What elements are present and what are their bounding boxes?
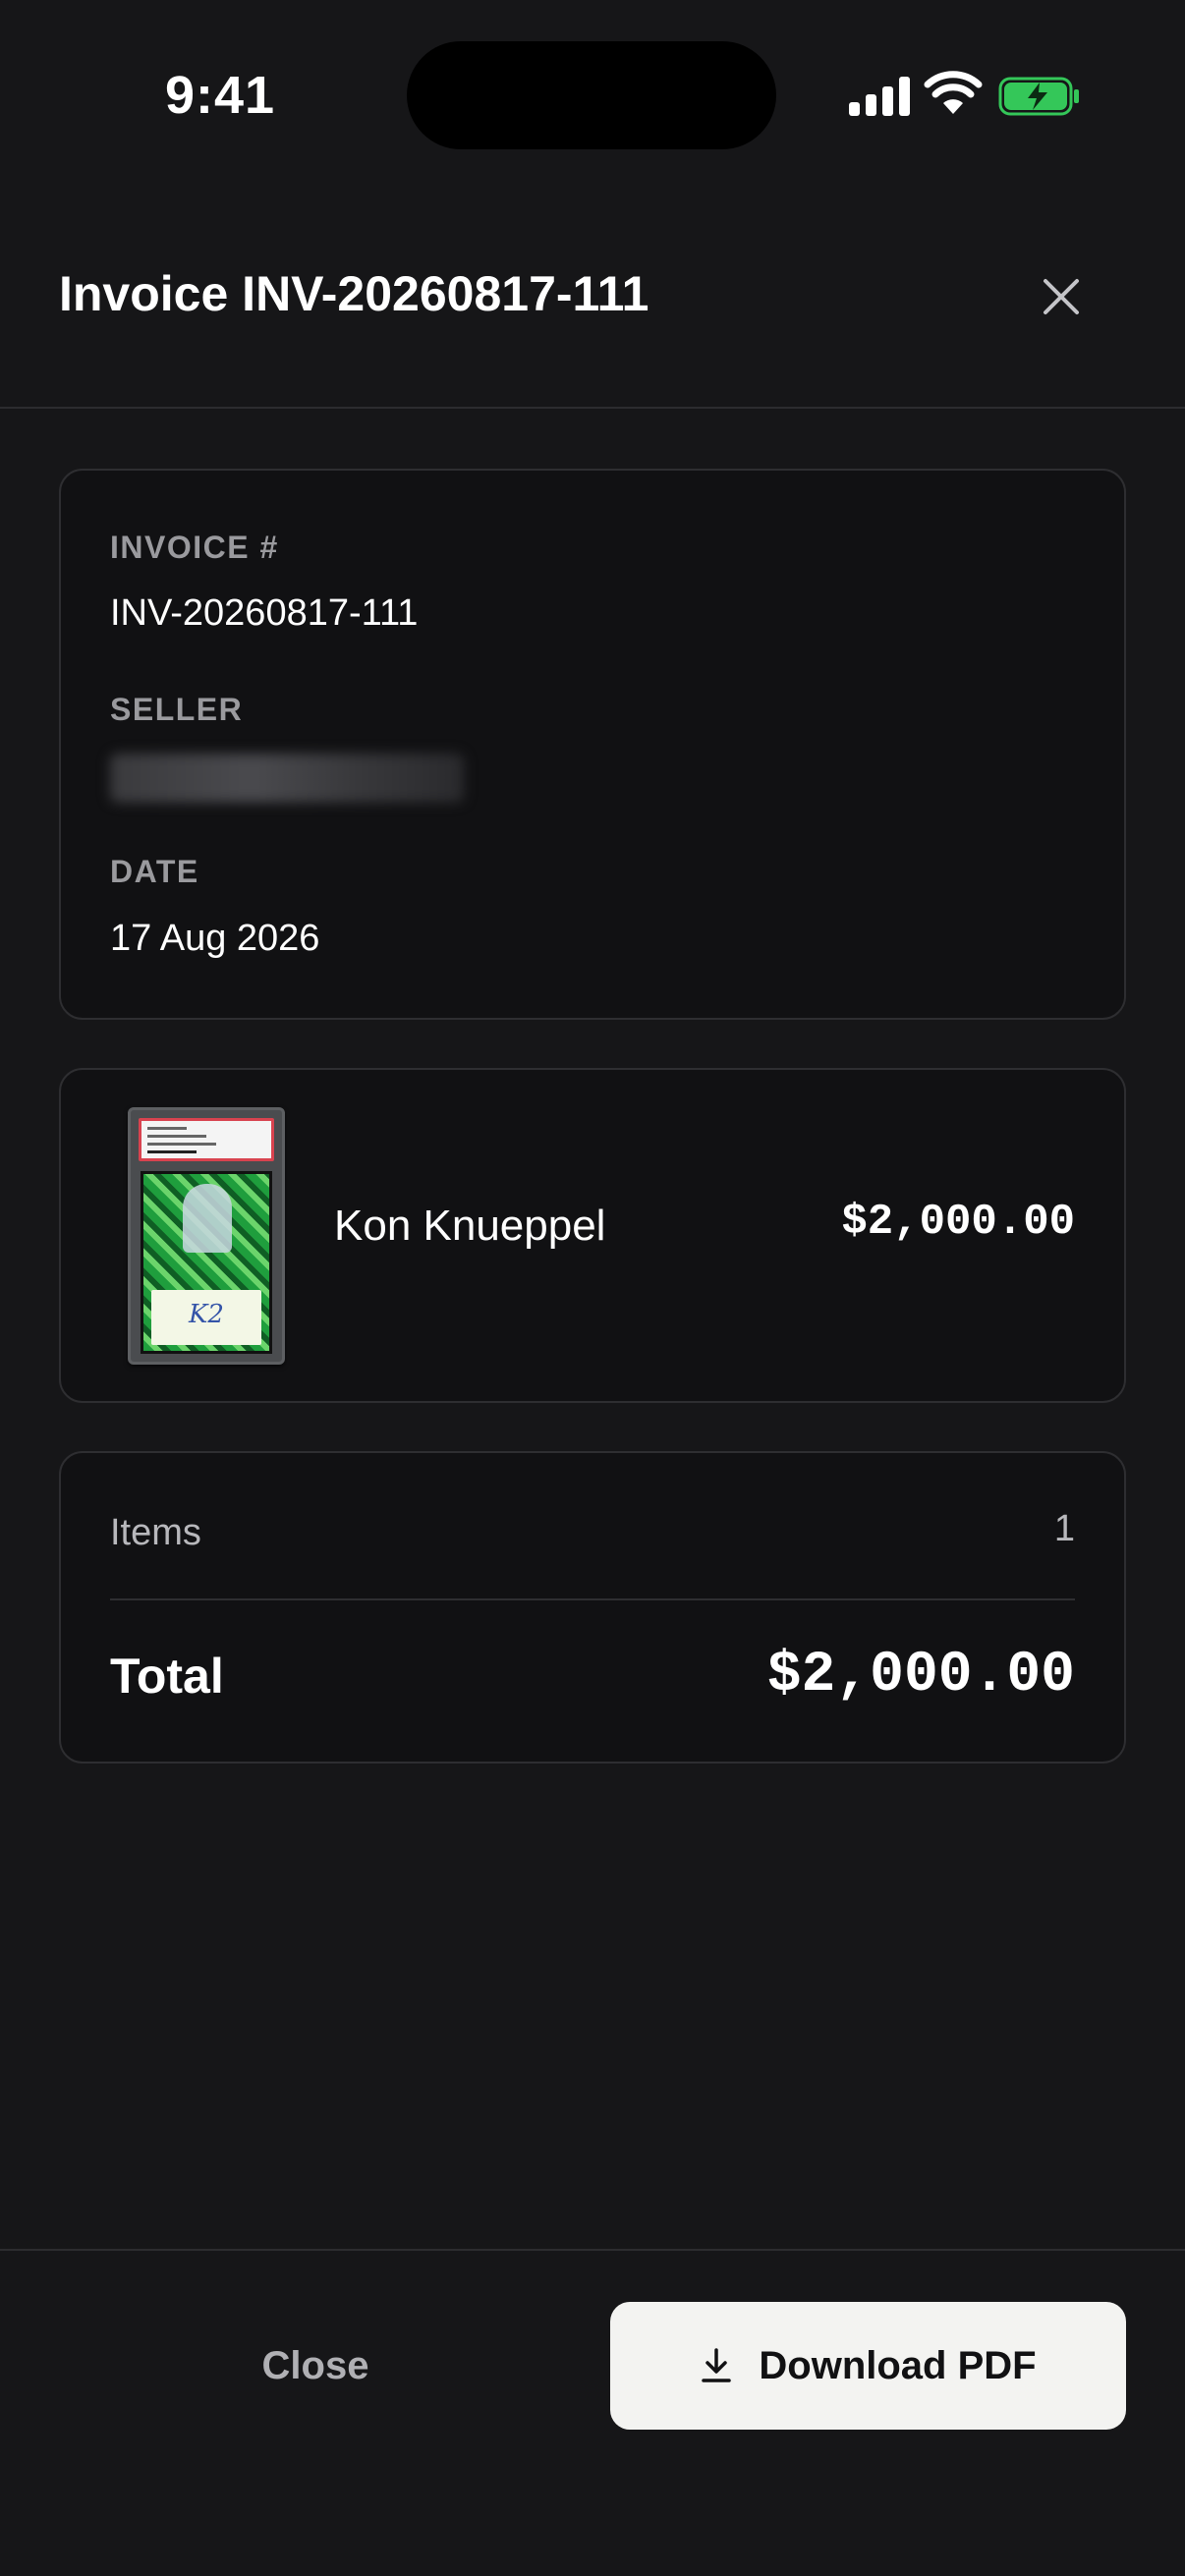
date-value: 17 Aug 2026 bbox=[110, 918, 320, 959]
item-name: Kon Knueppel bbox=[334, 1202, 606, 1250]
page-title: Invoice INV-20260817-111 bbox=[59, 266, 649, 321]
line-item-card: K2 Kon Knueppel $2,000.00 bbox=[59, 1068, 1126, 1403]
invoice-screen: 9:41 Invoice INV-20260817-111 INVOICE # bbox=[0, 0, 1185, 2576]
status-time: 9:41 bbox=[165, 66, 276, 125]
modal-header: Invoice INV-20260817-111 bbox=[0, 177, 1185, 409]
seller-value-redacted bbox=[110, 754, 464, 803]
wifi-icon bbox=[924, 71, 983, 114]
close-button[interactable]: Close bbox=[59, 2302, 572, 2430]
download-icon bbox=[702, 2348, 732, 2382]
invoice-details-card: INVOICE # INV-20260817-111 SELLER DATE 1… bbox=[59, 469, 1126, 1020]
total-label: Total bbox=[110, 1649, 224, 1704]
card-thumbnail: K2 bbox=[128, 1107, 285, 1365]
items-count: 1 bbox=[1053, 1508, 1075, 1549]
summary-divider bbox=[110, 1598, 1075, 1600]
graded-slab-label bbox=[139, 1118, 274, 1161]
modal-footer: Close Download PDF bbox=[0, 2249, 1185, 2576]
download-pdf-label: Download PDF bbox=[759, 2343, 1037, 2387]
dynamic-island bbox=[407, 41, 776, 149]
signal-icon bbox=[849, 77, 910, 116]
summary-card: Items 1 Total $2,000.00 bbox=[59, 1451, 1126, 1764]
battery-charging-icon bbox=[998, 77, 1079, 116]
download-pdf-button[interactable]: Download PDF bbox=[610, 2302, 1126, 2430]
items-label: Items bbox=[110, 1512, 201, 1553]
player-figure bbox=[183, 1184, 232, 1253]
total-value: $2,000.00 bbox=[766, 1644, 1075, 1708]
invoice-number-value: INV-20260817-111 bbox=[110, 592, 419, 634]
trading-card-image: K2 bbox=[141, 1171, 272, 1354]
date-label: DATE bbox=[110, 854, 199, 889]
autograph-area: K2 bbox=[151, 1290, 261, 1345]
invoice-number-label: INVOICE # bbox=[110, 530, 279, 565]
seller-label: SELLER bbox=[110, 692, 244, 727]
item-price: $2,000.00 bbox=[841, 1198, 1075, 1247]
status-bar: 9:41 bbox=[0, 0, 1185, 177]
close-icon[interactable] bbox=[1036, 271, 1087, 322]
